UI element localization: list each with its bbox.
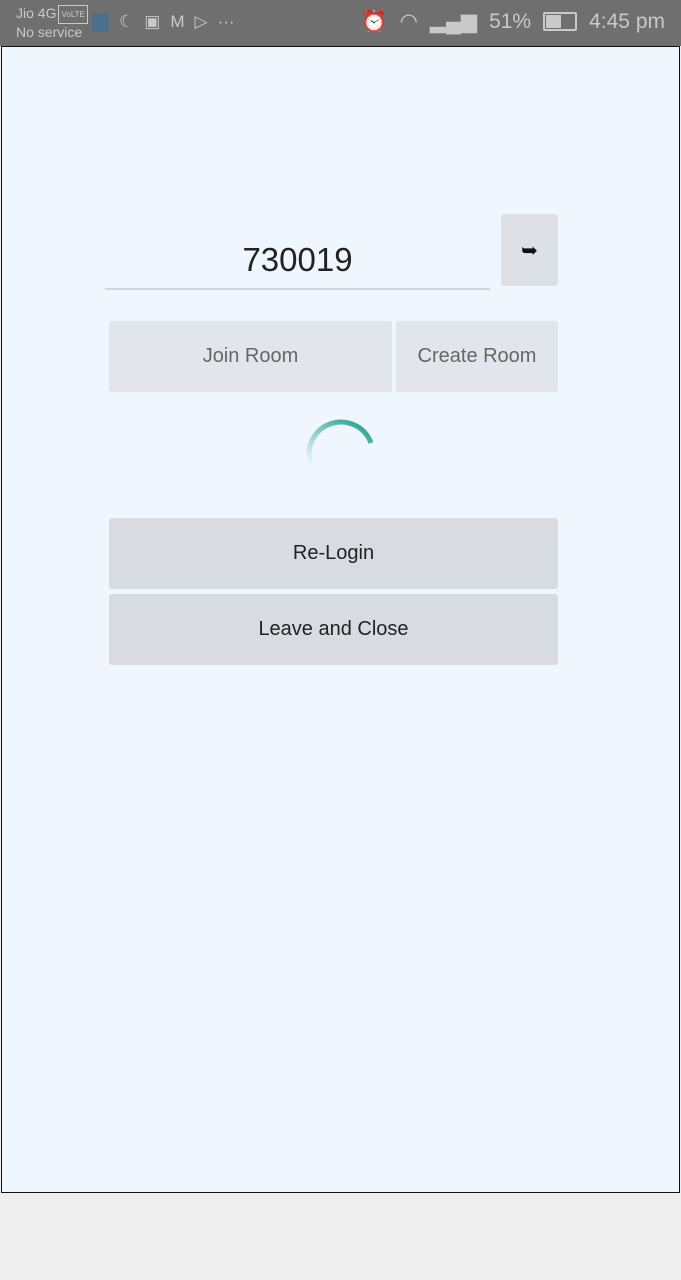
go-button[interactable]: ➥ (501, 214, 558, 286)
battery-percent: 51% (489, 9, 532, 33)
gmail-icon: M (170, 12, 185, 31)
volte-badge: VoLTE (58, 5, 88, 24)
join-room-button[interactable]: Join Room (109, 321, 392, 392)
more-icon: ··· (217, 12, 235, 31)
clock: 4:45 pm (589, 9, 665, 33)
arrow-right-icon: ➥ (521, 239, 538, 262)
carrier-name: Jio 4G (16, 5, 57, 21)
signal-icon: ▂▄▆ (429, 10, 478, 33)
notification-icons: ☾ ▣ M ▷ ··· (92, 12, 235, 32)
missed-call-icon: ☾ (119, 12, 135, 31)
leave-close-button[interactable]: Leave and Close (109, 594, 558, 665)
room-code-input[interactable] (105, 232, 490, 290)
create-room-button[interactable]: Create Room (396, 321, 558, 392)
alarm-icon: ⏰ (361, 9, 388, 33)
shield-icon (92, 12, 109, 32)
carrier-info: Jio 4G VoLTE No service (16, 5, 88, 41)
status-bar: Jio 4G VoLTE No service ☾ ▣ M ▷ ··· ⏰ ◠ ▂… (0, 0, 681, 46)
youtube-icon: ▣ (144, 12, 161, 31)
service-status: No service (16, 24, 83, 40)
play-store-icon: ▷ (194, 12, 208, 31)
loading-spinner (306, 419, 374, 466)
wifi-icon: ◠ (399, 10, 418, 33)
relogin-button[interactable]: Re-Login (109, 518, 558, 589)
battery-icon (543, 12, 578, 31)
system-icons: ⏰ ◠ ▂▄▆ 51% 4:45 pm (361, 9, 665, 34)
